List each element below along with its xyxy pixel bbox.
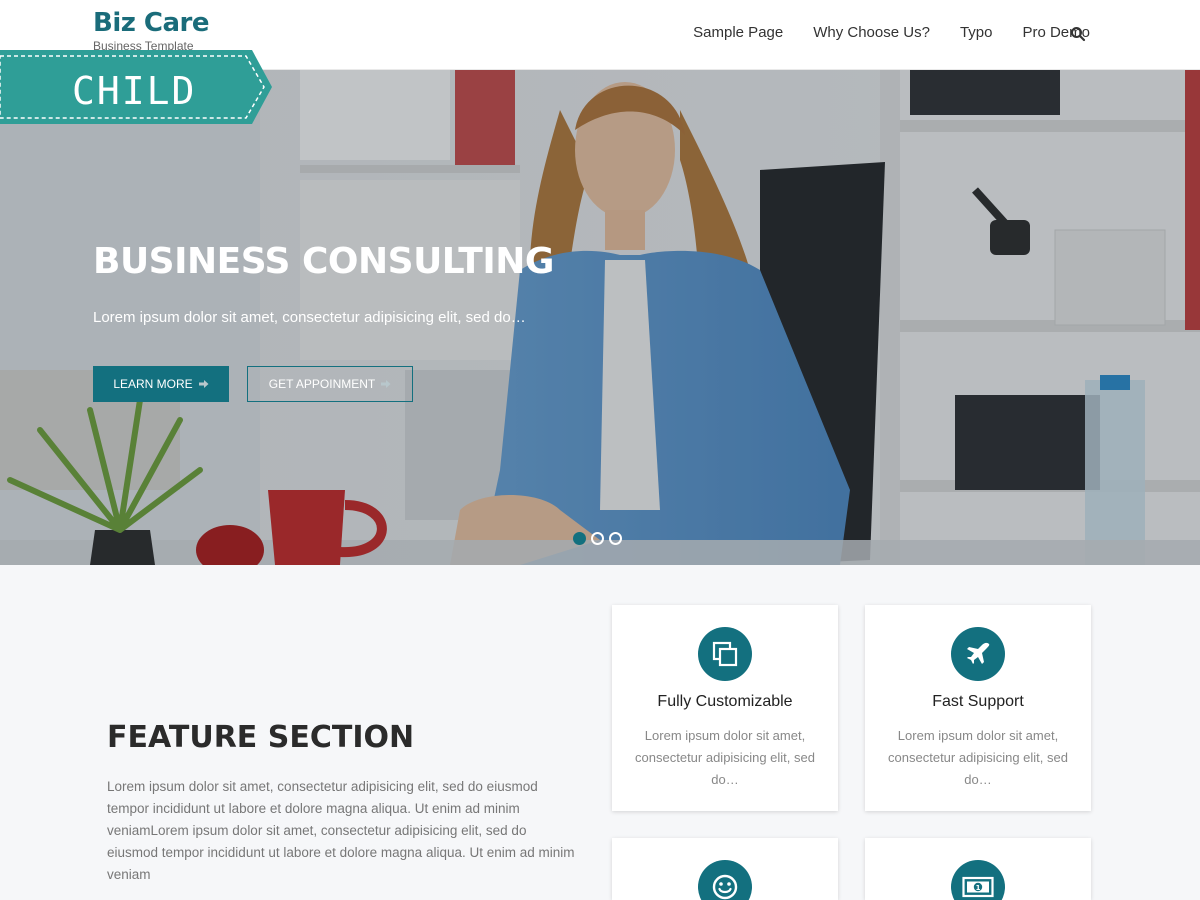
card-text: Lorem ipsum dolor sit amet, consectetur … [888, 728, 1068, 787]
learn-more-label: LEARN MORE [113, 377, 193, 391]
logo-title[interactable]: Biz Care [93, 8, 210, 38]
site-logo[interactable]: Biz Care Business Template [93, 8, 210, 53]
card-text: Lorem ipsum dolor sit amet, consectetur … [635, 728, 815, 787]
feature-card-support: Fast Support Lorem ipsum dolor sit amet,… [865, 605, 1091, 811]
slider-dots [573, 532, 622, 545]
slider-dot-2[interactable] [591, 532, 604, 545]
card-title: Fast Support [932, 693, 1024, 710]
search-icon[interactable] [1070, 26, 1086, 42]
hero-subtitle: Lorem ipsum dolor sit amet, consectetur … [93, 309, 526, 326]
money-icon: 1 [951, 860, 1005, 900]
slider-dot-1[interactable] [573, 532, 586, 545]
learn-more-button[interactable]: LEARN MORE [93, 366, 229, 402]
arrow-right-icon [381, 380, 391, 388]
feature-text: Lorem ipsum dolor sit amet, consectetur … [107, 779, 575, 882]
get-appointment-label: GET APPOINMENT [268, 377, 376, 391]
nav-why-choose-us[interactable]: Why Choose Us? [813, 24, 930, 41]
nav-sample-page[interactable]: Sample Page [693, 24, 783, 41]
feature-card-3 [612, 838, 838, 900]
feature-card-customizable: Fully Customizable Lorem ipsum dolor sit… [612, 605, 838, 811]
card-title: Fully Customizable [657, 693, 793, 710]
hero-title: BUSINESS CONSULTING [93, 241, 554, 282]
svg-text:1: 1 [976, 884, 981, 892]
get-appointment-button[interactable]: GET APPOINMENT [247, 366, 413, 402]
arrow-right-icon [198, 380, 209, 388]
hero-slider: BUSINESS CONSULTING Lorem ipsum dolor si… [0, 70, 1200, 565]
airplane-icon [951, 627, 1005, 681]
slider-dot-3[interactable] [609, 532, 622, 545]
main-nav: Sample Page Why Choose Us? Typo Pro Demo [693, 24, 1090, 41]
feature-card-4: 1 [865, 838, 1091, 900]
copy-icon [698, 627, 752, 681]
nav-typo[interactable]: Typo [960, 24, 993, 41]
ribbon-label: CHILD [72, 69, 197, 113]
smile-icon [698, 860, 752, 900]
feature-title: FEATURE SECTION [107, 720, 415, 755]
